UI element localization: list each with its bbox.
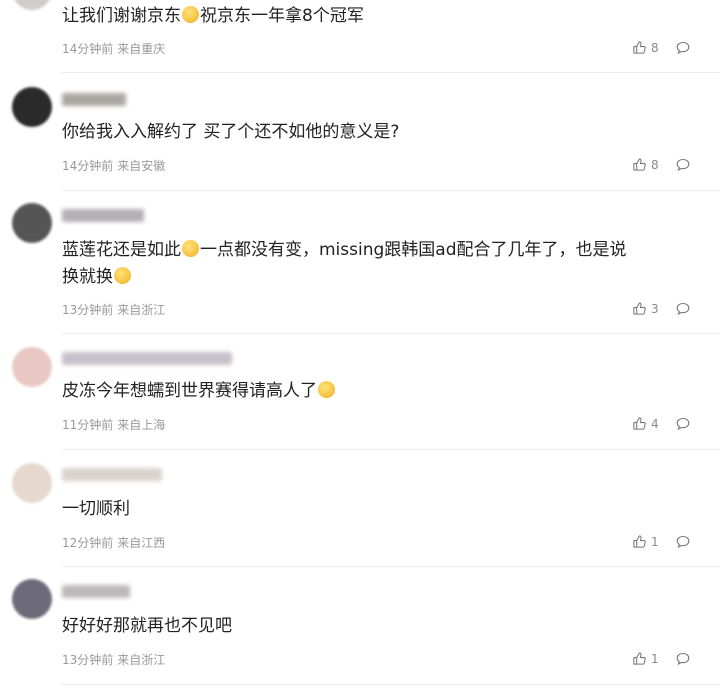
cat-emoji-icon xyxy=(182,240,199,257)
thumbs-up-icon xyxy=(633,652,646,665)
like-button[interactable]: 8 xyxy=(632,40,659,55)
comment-meta: 14分钟前 来自安徽 xyxy=(62,157,165,174)
comment-text: 你给我入入解约了 买了个还不如他的意义是? xyxy=(62,122,400,142)
comment-location: 来自浙江 xyxy=(117,653,166,667)
comment-text: 好好好那就再也不见吧 xyxy=(62,616,232,636)
comment-bubble-icon xyxy=(676,535,690,549)
comment-location: 来自上海 xyxy=(117,418,166,432)
like-count: 1 xyxy=(651,534,659,549)
comment-meta: 12分钟前 来自江西 xyxy=(62,534,165,551)
divider xyxy=(62,190,720,191)
comment-text: 皮冻今年想蠕到世界赛得请高人了 xyxy=(62,378,692,405)
avatar[interactable] xyxy=(12,87,52,127)
comment-bubble-icon xyxy=(676,158,690,172)
like-count: 4 xyxy=(651,416,659,431)
comment-meta: 11分钟前 来自上海 xyxy=(62,416,165,433)
comment-bubble-icon xyxy=(676,302,690,316)
comment-meta: 13分钟前 来自浙江 xyxy=(62,651,165,668)
smile-emoji-icon xyxy=(182,6,199,23)
username[interactable] xyxy=(62,93,126,106)
avatar[interactable] xyxy=(12,0,52,10)
comment-bubble-icon xyxy=(676,652,690,666)
thumbs-up-icon xyxy=(633,302,646,315)
thumbs-up-icon xyxy=(633,535,646,548)
like-count: 1 xyxy=(651,651,659,666)
comment-location: 来自安徽 xyxy=(117,159,166,173)
reply-button[interactable] xyxy=(675,40,691,60)
comment-time: 14分钟前 xyxy=(62,159,114,173)
avatar[interactable] xyxy=(12,579,52,619)
reply-button[interactable] xyxy=(675,157,691,177)
comment-text: 蓝莲花还是如此 一点都没有变，missing跟韩国ad配合了几年了，也是说 换就换 xyxy=(62,240,627,287)
comment-text: 一切顺利 xyxy=(62,499,130,519)
username[interactable] xyxy=(62,468,162,481)
thumbs-up-icon xyxy=(633,417,646,430)
divider xyxy=(62,566,720,567)
username[interactable] xyxy=(62,209,144,222)
like-count: 8 xyxy=(651,157,659,172)
comment-time: 13分钟前 xyxy=(62,653,114,667)
comment-bubble-icon xyxy=(676,41,690,55)
reply-button[interactable] xyxy=(675,416,691,436)
comment-location: 来自重庆 xyxy=(117,42,166,56)
comment-meta: 13分钟前 来自浙江 xyxy=(62,301,165,318)
username[interactable] xyxy=(62,585,130,598)
like-count: 3 xyxy=(651,301,659,316)
divider xyxy=(62,684,720,685)
comment-text: 让我们谢谢京东 祝京东一年拿8个冠军 xyxy=(62,6,364,26)
comment-time: 13分钟前 xyxy=(62,303,114,317)
like-button[interactable]: 1 xyxy=(632,534,659,549)
like-button[interactable]: 3 xyxy=(632,301,659,316)
avatar[interactable] xyxy=(12,463,52,503)
like-button[interactable]: 8 xyxy=(632,157,659,172)
smile-emoji-icon xyxy=(318,381,335,398)
like-button[interactable]: 1 xyxy=(632,651,659,666)
comment-bubble-icon xyxy=(676,417,690,431)
like-count: 8 xyxy=(651,40,659,55)
reply-button[interactable] xyxy=(675,651,691,671)
comment-location: 来自江西 xyxy=(117,536,166,550)
cat-emoji-icon xyxy=(114,267,131,284)
divider xyxy=(62,72,720,73)
avatar[interactable] xyxy=(12,347,52,387)
like-button[interactable]: 4 xyxy=(632,416,659,431)
comment-location: 来自浙江 xyxy=(117,303,166,317)
divider xyxy=(62,449,720,450)
divider xyxy=(62,333,720,334)
comment-time: 14分钟前 xyxy=(62,42,114,56)
reply-button[interactable] xyxy=(675,301,691,321)
comment-time: 12分钟前 xyxy=(62,536,114,550)
username[interactable] xyxy=(62,352,232,365)
avatar[interactable] xyxy=(12,203,52,243)
thumbs-up-icon xyxy=(633,41,646,54)
reply-button[interactable] xyxy=(675,534,691,554)
thumbs-up-icon xyxy=(633,158,646,171)
comment-time: 11分钟前 xyxy=(62,418,114,432)
comment-meta: 14分钟前 来自重庆 xyxy=(62,40,165,57)
